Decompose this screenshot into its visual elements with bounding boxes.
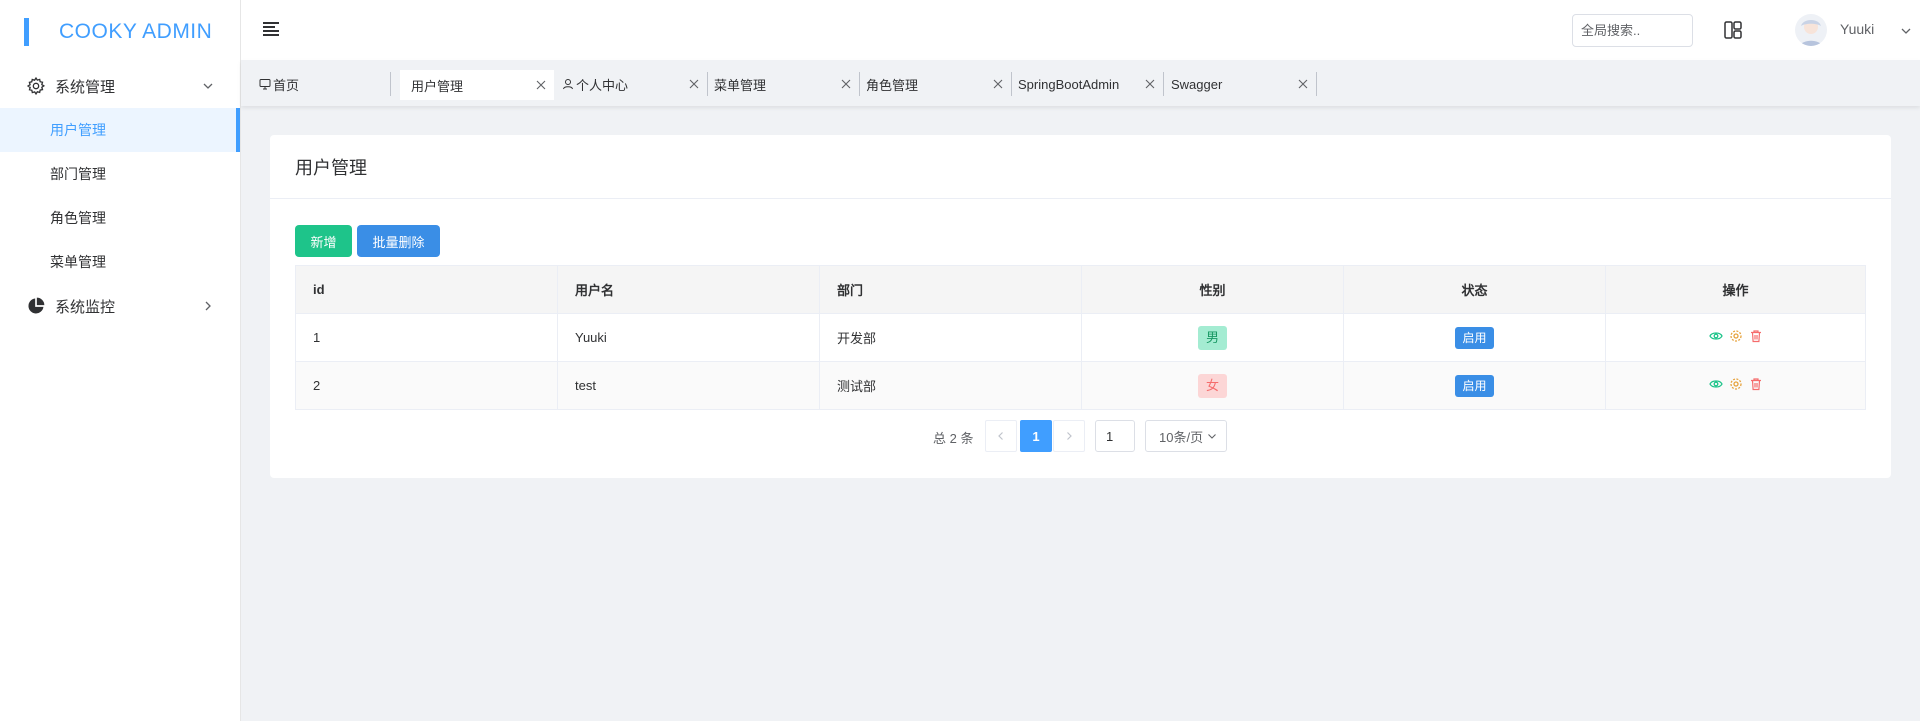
tab-personal-center[interactable]: 个人中心	[562, 72, 708, 96]
cell-id: 2	[295, 361, 558, 410]
close-icon[interactable]	[1145, 79, 1155, 89]
user-table: id 用户名 部门 性别 状态 操作 1 Yuuki 开发部 男 启用 2 te…	[295, 265, 1866, 410]
sidebar-item-user-management[interactable]: 用户管理	[0, 108, 240, 152]
tab-user-management[interactable]: 用户管理	[400, 70, 554, 100]
tab-role-management-label: 角色管理	[866, 77, 919, 93]
tab-role-management[interactable]: 角色管理	[866, 72, 1012, 96]
tab-home-label: 首页	[259, 75, 299, 94]
cell-username: Yuuki	[557, 313, 820, 362]
card-title: 用户管理	[270, 135, 1891, 199]
pie-chart-icon	[25, 295, 47, 317]
menu-group-system[interactable]: 系统管理	[0, 64, 240, 108]
page-size-value: 10条/页	[1159, 429, 1204, 445]
close-icon[interactable]	[1298, 79, 1308, 89]
global-search-input[interactable]	[1572, 14, 1693, 47]
delete-icon[interactable]	[1749, 329, 1763, 343]
sidebar-item-label: 菜单管理	[50, 254, 106, 270]
sidebar-item-role-management[interactable]: 角色管理	[0, 196, 240, 240]
cell-actions	[1605, 313, 1866, 362]
sidebar: COOKY ADMIN 系统管理 用户管理 部门管理 角色管理 菜单管理 系统监…	[0, 0, 241, 721]
logo-bar	[24, 18, 29, 46]
view-icon[interactable]	[1708, 329, 1723, 343]
tab-menu-management[interactable]: 菜单管理	[714, 72, 860, 96]
gender-tag: 女	[1197, 373, 1227, 398]
cell-status: 启用	[1343, 313, 1606, 362]
cell-actions	[1605, 361, 1866, 410]
cell-id: 1	[295, 313, 558, 362]
table-row[interactable]: 1 Yuuki 开发部 男 启用	[295, 313, 1866, 362]
prev-page-button[interactable]	[985, 420, 1017, 452]
tab-personal-center-label: 个人中心	[562, 75, 628, 94]
user-management-card: 用户管理 新增 批量删除 id 用户名 部门 性别 状态 操作 1 Yuuki …	[270, 135, 1891, 478]
sidebar-item-label: 用户管理	[50, 122, 106, 138]
column-header-gender[interactable]: 性别	[1081, 265, 1344, 314]
tab-user-management-label: 用户管理	[411, 78, 464, 94]
view-icon[interactable]	[1708, 377, 1723, 391]
column-header-status[interactable]: 状态	[1343, 265, 1606, 314]
settings-icon[interactable]	[1729, 329, 1743, 343]
close-icon[interactable]	[993, 79, 1003, 89]
chevron-down-icon[interactable]	[1900, 24, 1912, 36]
batch-delete-button[interactable]: 批量删除	[357, 225, 440, 257]
tab-swagger-label: Swagger	[1171, 76, 1223, 92]
table-row[interactable]: 2 test 测试部 女 启用	[295, 361, 1866, 410]
tab-bar: 首页 用户管理 个人中心 菜单管理 角色管理 SpringBootAdmin S…	[241, 60, 1920, 106]
delete-icon[interactable]	[1749, 377, 1763, 391]
close-icon[interactable]	[841, 79, 851, 89]
sidebar-item-label: 角色管理	[50, 210, 106, 226]
tab-springbootadmin-label: SpringBootAdmin	[1018, 76, 1120, 92]
status-button[interactable]: 启用	[1455, 326, 1494, 349]
menu-group-system-label: 系统管理	[55, 78, 116, 96]
gear-icon	[25, 75, 47, 97]
top-header: Yuuki	[241, 0, 1920, 60]
pagination-total: 总 2 条	[933, 431, 974, 446]
menu-group-monitor-label: 系统监控	[55, 298, 116, 316]
tab-springbootadmin[interactable]: SpringBootAdmin	[1018, 72, 1164, 96]
monitor-icon	[259, 78, 271, 90]
status-button[interactable]: 启用	[1455, 374, 1494, 397]
pagination: 总 2 条 1 10条/页	[270, 420, 1891, 452]
tab-menu-management-label: 菜单管理	[714, 77, 767, 93]
page-size-select[interactable]: 10条/页	[1145, 420, 1227, 452]
sidebar-item-menu-management[interactable]: 菜单管理	[0, 240, 240, 284]
chevron-left-icon	[998, 432, 1003, 440]
chevron-down-icon	[1207, 431, 1217, 441]
cell-gender: 女	[1081, 361, 1344, 410]
settings-icon[interactable]	[1729, 377, 1743, 391]
tab-swagger[interactable]: Swagger	[1171, 72, 1317, 96]
next-page-button[interactable]	[1053, 420, 1085, 452]
cell-gender: 男	[1081, 313, 1344, 362]
column-header-id[interactable]: id	[295, 265, 558, 314]
chevron-right-icon	[202, 300, 214, 312]
cell-status: 启用	[1343, 361, 1606, 410]
cell-department: 开发部	[819, 313, 1082, 362]
close-icon[interactable]	[689, 79, 699, 89]
chevron-down-icon	[202, 80, 214, 92]
page-jump-input[interactable]	[1095, 420, 1135, 452]
chevron-right-icon	[1067, 432, 1072, 440]
column-header-department[interactable]: 部门	[819, 265, 1082, 314]
layout-icon[interactable]	[1723, 20, 1743, 40]
user-icon	[562, 78, 574, 90]
cell-username: test	[557, 361, 820, 410]
username[interactable]: Yuuki	[1840, 21, 1874, 37]
menu-toggle-icon[interactable]	[263, 22, 279, 36]
column-header-username[interactable]: 用户名	[557, 265, 820, 314]
avatar[interactable]	[1795, 14, 1827, 46]
cell-department: 测试部	[819, 361, 1082, 410]
column-header-actions[interactable]: 操作	[1605, 265, 1866, 314]
gender-tag: 男	[1197, 325, 1227, 350]
app-title: COOKY ADMIN	[59, 20, 213, 43]
sidebar-item-label: 部门管理	[50, 166, 106, 182]
tab-home[interactable]: 首页	[259, 72, 391, 96]
add-button[interactable]: 新增	[295, 225, 352, 257]
sidebar-item-department-management[interactable]: 部门管理	[0, 152, 240, 196]
logo: COOKY ADMIN	[0, 0, 240, 64]
menu-group-monitor[interactable]: 系统监控	[0, 284, 240, 328]
close-icon[interactable]	[536, 80, 546, 90]
table-header-row: id 用户名 部门 性别 状态 操作	[295, 265, 1866, 314]
page-number-button[interactable]: 1	[1020, 420, 1052, 452]
